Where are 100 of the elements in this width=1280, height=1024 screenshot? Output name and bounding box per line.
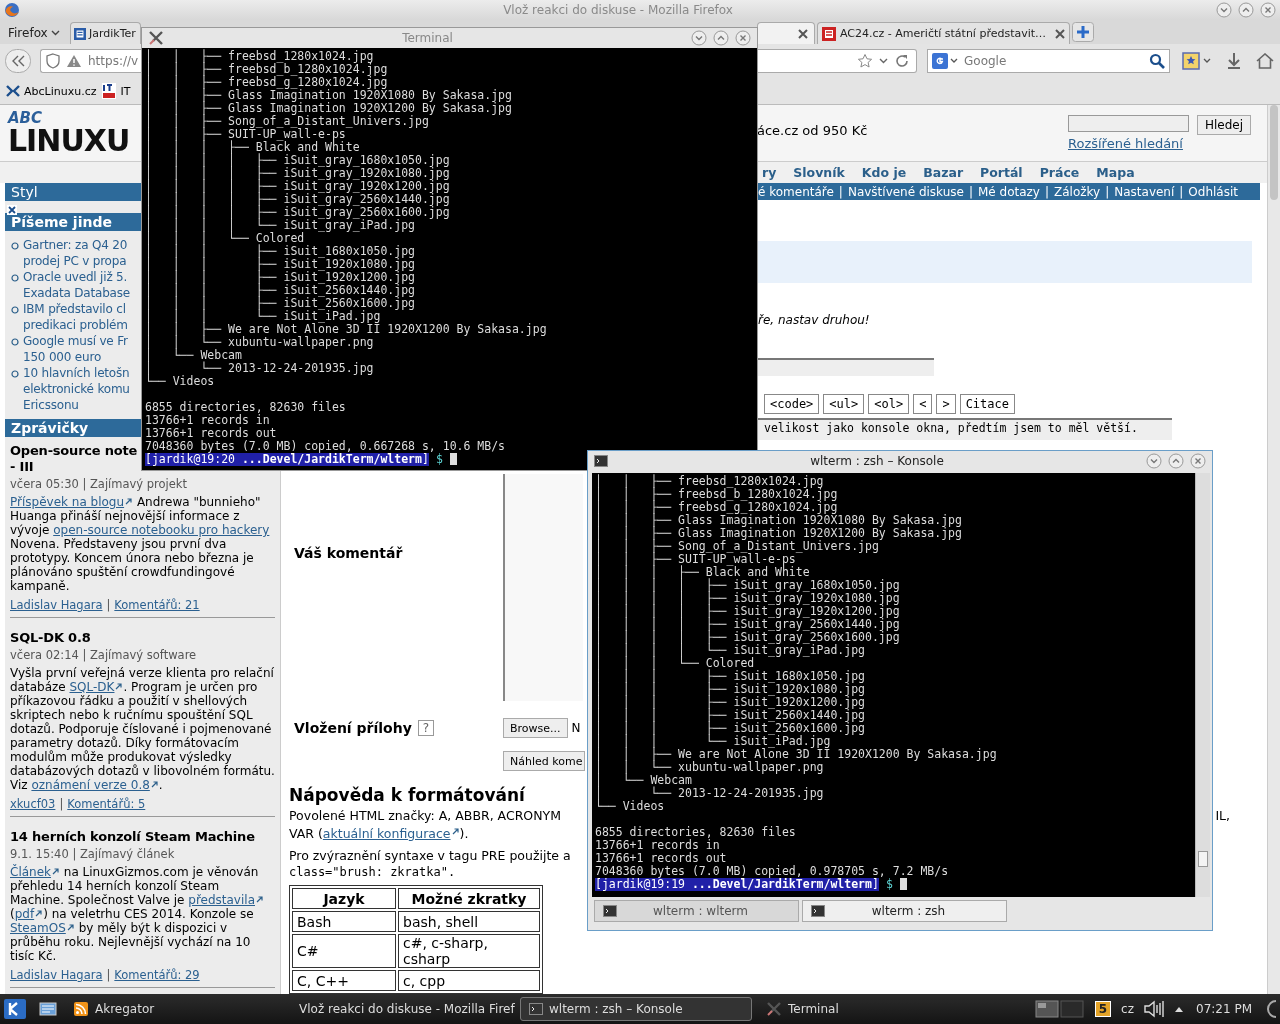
url-field[interactable]: https://v bbox=[40, 49, 141, 73]
link[interactable]: Ericssonu bbox=[23, 397, 130, 413]
separator: | bbox=[838, 184, 843, 199]
comments-link[interactable]: Komentářů: 29 bbox=[114, 968, 200, 982]
author-link[interactable]: Ladislav Hagara bbox=[10, 598, 103, 612]
nav-link[interactable]: Slovník bbox=[793, 165, 845, 180]
format-button[interactable]: <ul> bbox=[823, 394, 865, 414]
browser-tab[interactable]: JardikTer bbox=[70, 22, 141, 44]
separator: | bbox=[1179, 184, 1184, 199]
comment-textarea[interactable]: velikost jako konsole okna, předtím jsem to měl větší. bbox=[758, 418, 1172, 440]
user-link[interactable]: é komentáře bbox=[758, 184, 834, 199]
terminal-tab[interactable]: wlterm : zsh bbox=[802, 900, 1007, 922]
search-button[interactable]: Hledej bbox=[1197, 115, 1251, 135]
terminal-line: 7048360 bytes (7.0 MB) copied, 0.667268 s, 10.6 MB/s bbox=[145, 440, 507, 453]
help-link[interactable]: ? bbox=[417, 720, 435, 736]
terminal-line: │ │ ├── Glass Imagination 1920X1200 By Sakasa.jpg bbox=[595, 527, 963, 540]
clock[interactable]: 07:21 PM bbox=[1196, 1002, 1252, 1016]
link[interactable]: SteamOS bbox=[10, 921, 66, 935]
taskbar-item[interactable]: wlterm : zsh – Konsole bbox=[520, 997, 752, 1021]
link[interactable]: Oracle uvedl již 5. bbox=[23, 269, 130, 285]
link[interactable]: Příspěvek na blogu bbox=[10, 495, 125, 509]
terminal-line: │ │ │ └── Colored bbox=[595, 657, 755, 670]
user-link[interactable]: Mé dotazy bbox=[978, 184, 1040, 199]
firefox-menu-button[interactable]: Firefox bbox=[0, 22, 68, 44]
nav-link[interactable]: Mapa bbox=[1096, 165, 1135, 180]
nav-link[interactable]: Kdo je bbox=[861, 165, 907, 180]
format-button[interactable]: > bbox=[936, 394, 956, 414]
link[interactable]: představila bbox=[188, 893, 255, 907]
keyboard-layout[interactable]: cz bbox=[1121, 1002, 1134, 1016]
table-cell: C# bbox=[292, 934, 396, 968]
link[interactable]: predikaci problém bbox=[23, 317, 128, 333]
link[interactable]: Článek bbox=[10, 865, 51, 879]
logo-text: ABC bbox=[8, 111, 44, 126]
terminal-line: │ │ ├── Glass Imagination 1920X1200 By Sakasa.jpg bbox=[145, 102, 513, 115]
browser-tab[interactable]: AC24.cz - Američtí státní představit… bbox=[817, 22, 1070, 44]
preview-button[interactable]: Náhled kome bbox=[503, 751, 586, 771]
search-field[interactable]: Google bbox=[962, 53, 1145, 69]
link[interactable]: prodej PC v propa bbox=[23, 253, 128, 269]
taskbar-item[interactable]: Akregator bbox=[65, 997, 285, 1021]
terminal-line: │ │ ├── We are Not Alone 3D II 1920X1200 By Sakasa.jpg bbox=[145, 323, 548, 336]
nav-link[interactable]: Práce bbox=[1039, 165, 1080, 180]
news-meta: 9.1. 15:40 | Zajímavý článek bbox=[10, 847, 176, 861]
user-link[interactable]: Navštívené diskuse bbox=[847, 184, 964, 199]
search-box[interactable]: Google bbox=[927, 49, 1170, 73]
terminal-line: │ │ │ │ ├── iSuit_gray_1920x1080.jpg bbox=[595, 592, 901, 605]
terminal-line: │ │ ├── Song_of_a_Distant_Univers.jpg bbox=[595, 540, 879, 553]
link[interactable]: SQL-DK bbox=[69, 680, 115, 694]
separator: | bbox=[968, 184, 973, 199]
format-button[interactable]: <code> bbox=[764, 394, 820, 414]
notification-badge[interactable]: 5 bbox=[1094, 1001, 1112, 1017]
terminal-line: │ │ ├── freebsd_1280x1024.jpg bbox=[145, 50, 375, 63]
news-text: Článek na LinuxGizmos.com je věnován přehledu 14 herních konzolí Steam Machine. Společnost Valve je představila (pdf ) na veletrhu CES 2014. Konzole se SteamOS by měly být k dispozici v průběhu roku. Nejlevnější vychází na 10 tisíc Kč. bbox=[10, 865, 275, 963]
field-label: Váš komentář bbox=[293, 544, 404, 561]
column-header: Jazyk bbox=[292, 888, 396, 909]
link[interactable]: elektronické komu bbox=[23, 381, 130, 397]
comments-link[interactable]: Komentářů: 21 bbox=[114, 598, 200, 612]
link[interactable]: Exadata Database bbox=[23, 285, 130, 301]
advanced-search-link[interactable]: Rozšířené hledání bbox=[1068, 136, 1251, 151]
user-link[interactable]: Odhlásit bbox=[1188, 184, 1238, 199]
terminal-line: │ │ ├── freebsd_b_1280x1024.jpg bbox=[595, 488, 839, 501]
nav-link[interactable]: Portál bbox=[980, 165, 1023, 180]
bookmark-item[interactable]: IT bbox=[102, 83, 137, 99]
author-link[interactable]: xkucf03 bbox=[10, 797, 56, 811]
browse-button[interactable]: Browse... bbox=[503, 718, 568, 738]
format-button[interactable]: Citace bbox=[959, 394, 1015, 414]
link[interactable]: pdf bbox=[14, 907, 35, 921]
terminal-line: │ │ │ │ ├── iSuit_gray_1920x1200.jpg bbox=[595, 605, 901, 618]
terminal-line: │ │ │ │ ├── iSuit_gray_2560x1600.jpg bbox=[595, 631, 901, 644]
link[interactable]: IBM představilo cl bbox=[23, 301, 128, 317]
link[interactable]: oznámení verze 0.8 bbox=[31, 778, 150, 792]
user-link[interactable]: Nastavení bbox=[1114, 184, 1175, 199]
link[interactable]: 150 000 euro bbox=[23, 349, 128, 365]
link[interactable]: 10 hlavních letošn bbox=[23, 365, 130, 381]
help-text: Pro zvýraznění syntaxe v tagu PRE použijte a bbox=[289, 847, 571, 865]
tab-label: AC24.cz - Američtí státní představit… bbox=[840, 27, 1047, 40]
tab-label: wlterm : wlterm bbox=[652, 904, 749, 918]
user-link[interactable]: Záložky bbox=[1054, 184, 1101, 199]
logo-text: LINUXU bbox=[8, 126, 131, 156]
comments-link[interactable]: Komentářů: 5 bbox=[67, 797, 146, 811]
nav-link[interactable]: Bazar bbox=[923, 165, 964, 180]
bookmark-item[interactable]: AbcLinuxu.cz bbox=[6, 84, 103, 98]
author-link[interactable]: Ladislav Hagara bbox=[10, 968, 103, 982]
link[interactable]: aktuální konfigurace bbox=[322, 826, 451, 841]
table-cell: bash, shell bbox=[398, 911, 540, 932]
terminal-tab[interactable]: wlterm : wlterm bbox=[594, 900, 799, 922]
taskbar-item[interactable]: Vlož reakci do diskuse - Mozilla Firef bbox=[285, 997, 520, 1021]
code-text: class="brush: zkratka". bbox=[289, 865, 456, 879]
taskbar-item[interactable]: Terminal bbox=[758, 997, 847, 1021]
site-logo[interactable]: ABC LINUXU bbox=[8, 111, 138, 159]
format-button[interactable]: < bbox=[913, 394, 933, 414]
link[interactable]: open-source notebooku pro hackery bbox=[53, 523, 270, 537]
separator: | bbox=[1044, 184, 1049, 199]
terminal-line: │ │ └── xubuntu-wallpaper.png bbox=[145, 336, 375, 349]
nav-link[interactable]: ry bbox=[762, 165, 777, 180]
terminal-line: 13766+1 records out bbox=[145, 427, 278, 440]
format-button[interactable]: <ol> bbox=[868, 394, 910, 414]
link[interactable]: Google musí ve Fr bbox=[23, 333, 128, 349]
terminal-line: │ │ │ ├── iSuit_1920x1200.jpg bbox=[145, 271, 417, 284]
link[interactable]: Gartner: za Q4 20 bbox=[23, 237, 128, 253]
terminal-line: │ │ │ ├── iSuit_1920x1200.jpg bbox=[595, 696, 867, 709]
